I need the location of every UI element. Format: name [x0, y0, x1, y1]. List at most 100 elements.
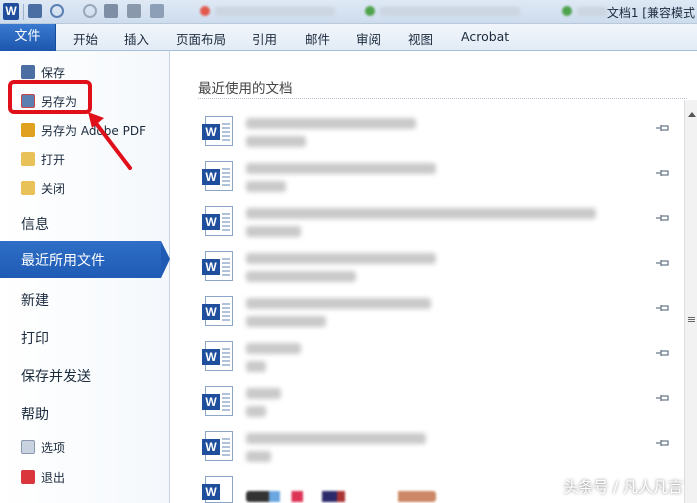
exit-label: 退出 [41, 470, 66, 485]
save-command[interactable]: 保存 [21, 62, 65, 82]
blurred-filename [246, 208, 596, 219]
tab-acrobat[interactable]: Acrobat [461, 29, 509, 44]
scroll-up-icon[interactable] [688, 112, 696, 117]
customize-qat-icon[interactable] [150, 4, 164, 18]
word-document-icon: W [202, 431, 233, 461]
blurred-path [246, 451, 271, 462]
nav-recent[interactable]: 最近所用文件 [0, 241, 161, 278]
close-folder-icon [21, 181, 35, 195]
tab-home[interactable]: 开始 [73, 29, 98, 48]
selected-arrow [161, 241, 170, 278]
open-folder-icon [21, 152, 35, 166]
blurred-tab-icon [200, 6, 210, 16]
pin-icon[interactable] [655, 212, 671, 224]
scroll-grip-icon[interactable] [688, 317, 695, 323]
word-document-icon: W [202, 161, 233, 191]
nav-info[interactable]: 信息 [21, 214, 49, 234]
pin-icon[interactable] [655, 347, 671, 359]
tab-file[interactable]: 文件 [0, 24, 56, 51]
divider [198, 98, 687, 99]
tab-review[interactable]: 审阅 [356, 29, 381, 48]
blurred-filename [246, 433, 426, 444]
recent-document-item[interactable]: W [201, 431, 671, 475]
blurred-filename [246, 491, 436, 502]
nav-new[interactable]: 新建 [21, 290, 49, 310]
vertical-scrollbar[interactable] [684, 100, 697, 503]
blurred-filename [246, 298, 431, 309]
recent-document-item[interactable]: W [201, 251, 671, 295]
word-document-icon: W [202, 386, 233, 416]
nav-help[interactable]: 帮助 [21, 404, 49, 424]
recent-documents-heading: 最近使用的文档 [198, 81, 293, 97]
word-document-icon: W [202, 341, 233, 371]
pin-icon[interactable] [655, 392, 671, 404]
blurred-path [246, 136, 306, 147]
save-icon [21, 65, 35, 79]
blurred-filename [246, 343, 301, 354]
blurred-path [246, 361, 266, 372]
blurred-tab [215, 7, 335, 16]
recent-document-item[interactable]: W [201, 161, 671, 205]
watermark: 头条号 / 凡人凡言 [563, 478, 683, 496]
tab-references[interactable]: 引用 [252, 29, 277, 48]
ribbon-tab-bar: 文件 开始 插入 页面布局 引用 邮件 审阅 视图 Acrobat [0, 24, 697, 51]
print-icon[interactable] [127, 4, 141, 18]
blurred-path [246, 271, 356, 282]
options-command[interactable]: 选项 [21, 437, 65, 457]
title-bar: W 文档1 [兼容模式 [0, 0, 697, 24]
pin-icon[interactable] [655, 167, 671, 179]
exit-icon [21, 470, 35, 484]
close-label: 关闭 [41, 181, 66, 196]
exit-command[interactable]: 退出 [21, 467, 65, 487]
word-app-icon[interactable]: W [3, 3, 19, 20]
blurred-path [246, 181, 286, 192]
tab-page-layout[interactable]: 页面布局 [176, 29, 226, 48]
word-document-icon: W [202, 206, 233, 236]
blurred-filename [246, 388, 281, 399]
redo-icon[interactable] [83, 4, 97, 18]
recent-document-item[interactable]: W [201, 341, 671, 385]
open-label: 打开 [41, 152, 66, 167]
recent-document-item[interactable]: W [201, 386, 671, 430]
pin-icon[interactable] [655, 302, 671, 314]
blurred-tab-icon [365, 6, 375, 16]
window-title: 文档1 [兼容模式 [606, 6, 695, 20]
annotation-highlight-box [8, 80, 92, 114]
print-preview-icon[interactable] [104, 4, 118, 18]
nav-print[interactable]: 打印 [21, 328, 49, 348]
recent-document-item[interactable]: W [201, 116, 671, 160]
blurred-tab [380, 7, 520, 16]
word-document-icon: W [202, 116, 233, 146]
recent-documents-pane: 最近使用的文档 W W W W W W W W W [171, 51, 697, 503]
blurred-tab-icon [562, 6, 572, 16]
word-document-icon: W [202, 251, 233, 281]
pdf-icon [21, 123, 35, 137]
blurred-filename [246, 253, 436, 264]
pin-icon[interactable] [655, 122, 671, 134]
word-document-icon: W [202, 296, 233, 326]
blurred-path [246, 226, 301, 237]
undo-icon[interactable] [50, 4, 64, 18]
pin-icon[interactable] [655, 437, 671, 449]
word-document-icon: W [202, 476, 233, 503]
open-command[interactable]: 打开 [21, 149, 65, 169]
options-label: 选项 [41, 440, 66, 455]
nav-save-send[interactable]: 保存并发送 [21, 366, 91, 386]
save-icon[interactable] [28, 4, 42, 18]
options-icon [21, 440, 35, 454]
save-as-pdf-label: 另存为 Adobe PDF [41, 123, 146, 138]
recent-document-item[interactable]: W [201, 206, 671, 250]
pin-icon[interactable] [655, 257, 671, 269]
blurred-filename [246, 163, 436, 174]
blurred-path [246, 406, 266, 417]
nav-recent-label: 最近所用文件 [21, 253, 105, 269]
tab-insert[interactable]: 插入 [124, 29, 149, 48]
close-command[interactable]: 关闭 [21, 178, 65, 198]
blurred-path [246, 316, 326, 327]
save-label: 保存 [41, 65, 66, 80]
tab-view[interactable]: 视图 [408, 29, 433, 48]
blurred-tab [577, 7, 607, 16]
tab-mailings[interactable]: 邮件 [305, 29, 330, 48]
recent-document-item[interactable]: W [201, 296, 671, 340]
save-as-pdf-command[interactable]: 另存为 Adobe PDF [21, 120, 146, 140]
